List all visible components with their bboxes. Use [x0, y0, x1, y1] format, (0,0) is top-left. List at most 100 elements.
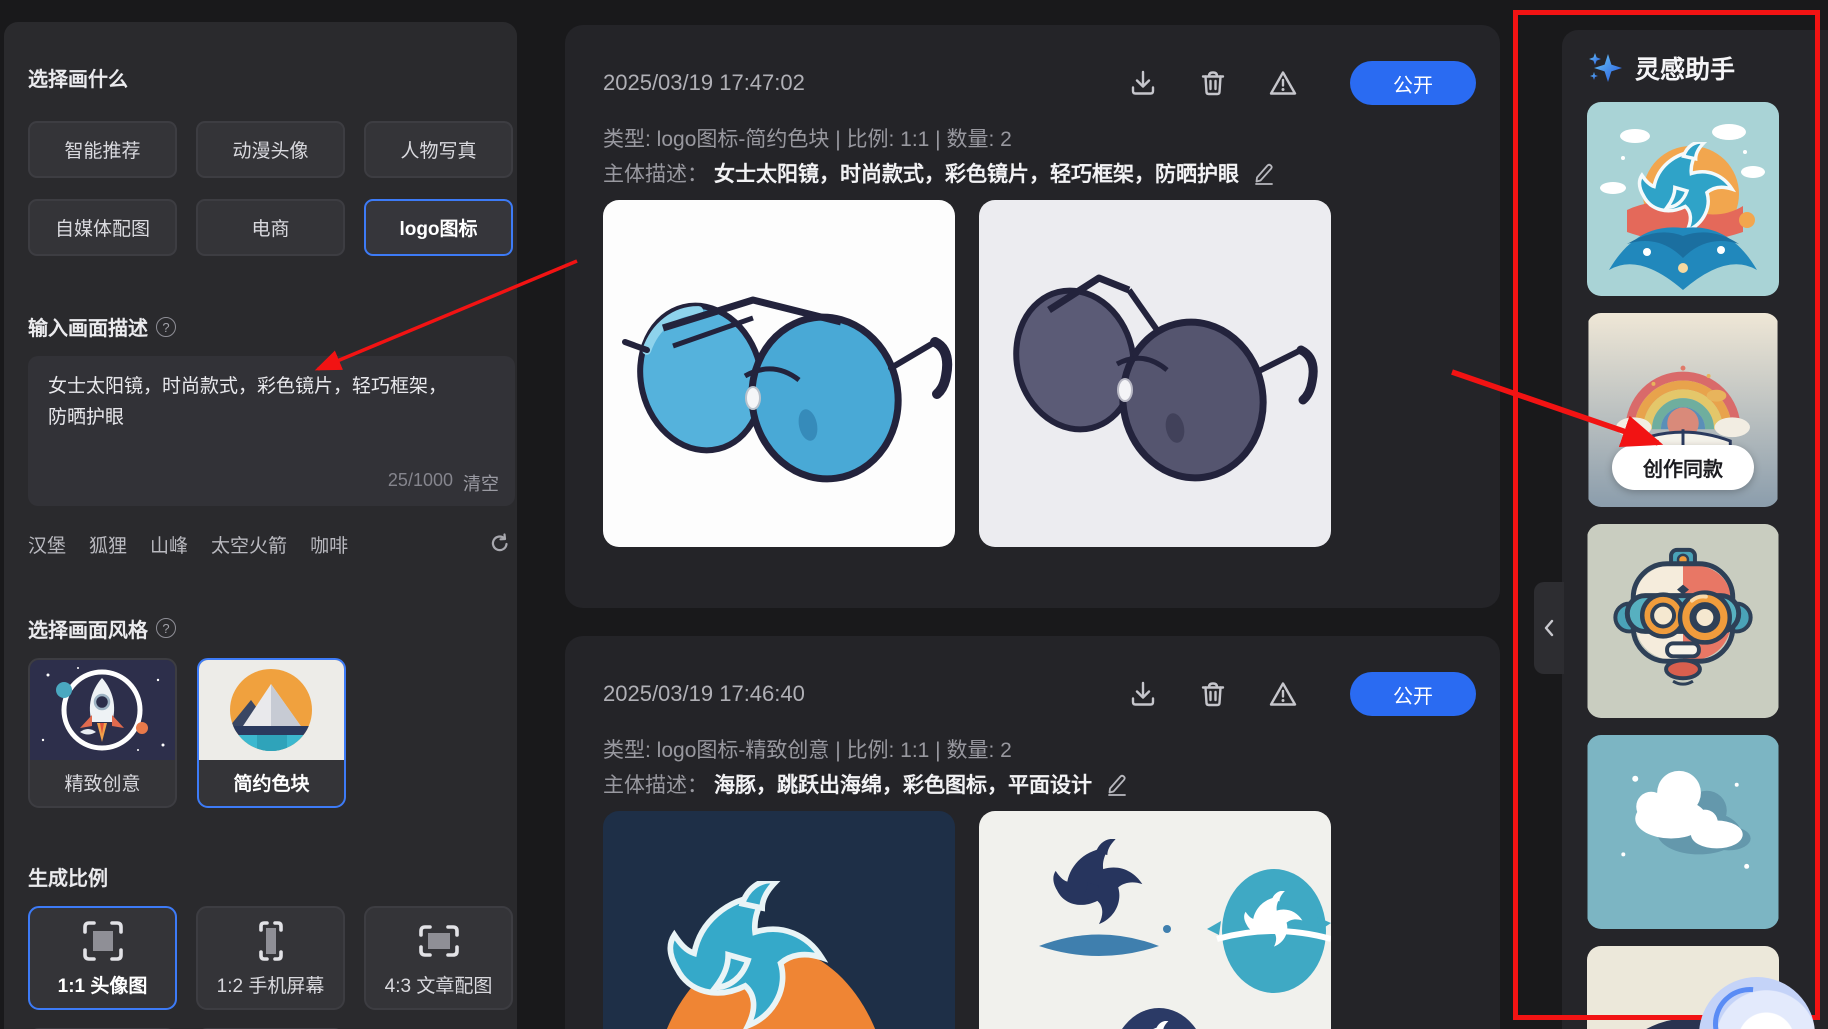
create-same-style-button[interactable]: 创作同款	[1612, 445, 1754, 490]
ratio-4-3-label: 4:3 文章配图	[385, 971, 493, 998]
ratio-card-row: 1:1 头像图 1:2 手机屏幕	[28, 906, 517, 1010]
ratio-4-3-icon	[417, 919, 461, 963]
description-text: 海豚，跳跃出海绵，彩色图标，平面设计	[714, 769, 1092, 799]
description-text: 女士太阳镜，时尚款式，彩色镜片，轻巧框架，防晒护眼	[714, 158, 1239, 188]
section-title-prompt-text: 输入画面描述	[28, 312, 148, 341]
inspiration-card-list: 创作同款	[1587, 102, 1779, 1029]
edit-pencil-icon	[1106, 772, 1130, 796]
delete-button[interactable]	[1198, 68, 1228, 98]
generation-meta: 类型: logo图标-简约色块 | 比例: 1:1 | 数量: 2	[603, 123, 1476, 151]
generated-image-sunglasses-blue[interactable]	[603, 200, 955, 547]
collapse-panel-button[interactable]	[1534, 582, 1564, 674]
dolphin-logos-illustration	[979, 811, 1331, 1029]
category-smart-recommend[interactable]: 智能推荐	[28, 121, 177, 178]
prompt-footer: 25/1000 清空	[388, 470, 499, 496]
generation-description-row: 主体描述： 女士太阳镜，时尚款式，彩色镜片，轻巧框架，防晒护眼	[603, 159, 1476, 187]
trash-icon	[1198, 68, 1228, 98]
inspiration-cloud-illustration	[1587, 735, 1779, 929]
generated-images-row	[603, 811, 1476, 1029]
edit-pencil-icon	[1253, 161, 1277, 185]
category-social-media[interactable]: 自媒体配图	[28, 199, 177, 256]
download-icon	[1128, 68, 1158, 98]
inspiration-dolphin-illustration	[1587, 102, 1779, 296]
section-title-style-text: 选择画面风格	[28, 614, 148, 643]
tag-coffee[interactable]: 咖啡	[310, 531, 348, 558]
prompt-input[interactable]: 女士太阳镜，时尚款式，彩色镜片，轻巧框架，防晒护眼 25/1000 清空	[28, 356, 515, 506]
sunglasses-blue-illustration	[603, 200, 955, 547]
style-card-row: 精致创意 简约色块	[28, 658, 517, 808]
sparkle-icon	[1588, 52, 1624, 84]
generated-image-sunglasses-dark[interactable]	[979, 200, 1331, 547]
style-card-simple-blocks[interactable]: 简约色块	[197, 658, 346, 808]
ratio-1-1-avatar[interactable]: 1:1 头像图	[28, 906, 177, 1010]
style-help-icon[interactable]: ?	[156, 618, 176, 638]
clear-button[interactable]: 清空	[463, 470, 499, 496]
tag-mountain[interactable]: 山峰	[150, 531, 188, 558]
rocket-style-thumbnail	[30, 660, 175, 760]
sunglasses-dark-illustration	[979, 200, 1331, 547]
left-sidebar: 选择画什么 智能推荐 动漫头像 人物写真 自媒体配图 电商 logo图标 输入画…	[4, 22, 517, 1029]
section-title-ratio-text: 生成比例	[28, 862, 108, 891]
category-ecommerce[interactable]: 电商	[196, 199, 345, 256]
chevron-left-icon	[1543, 618, 1555, 638]
edit-description-button[interactable]	[1253, 161, 1277, 185]
trash-icon	[1198, 679, 1228, 709]
style-card-creative[interactable]: 精致创意	[28, 658, 177, 808]
section-title-ratio: 生成比例	[28, 864, 517, 890]
section-title-prompt: 输入画面描述 ?	[28, 314, 517, 340]
app-screen: 选择画什么 智能推荐 动漫头像 人物写真 自媒体配图 电商 logo图标 输入画…	[0, 0, 1828, 1029]
ratio-1-2-phone[interactable]: 1:2 手机屏幕	[196, 906, 345, 1010]
dolphins-navy-illustration	[603, 811, 955, 1029]
report-button[interactable]	[1268, 679, 1298, 709]
card-header: 2025/03/19 17:46:40	[603, 672, 1476, 716]
delete-button[interactable]	[1198, 679, 1228, 709]
ratio-1-1-icon	[81, 919, 125, 963]
inspiration-card-robot[interactable]	[1587, 524, 1779, 718]
inspiration-robot-illustration	[1587, 524, 1779, 718]
category-portrait[interactable]: 人物写真	[364, 121, 513, 178]
ratio-4-3-article[interactable]: 4:3 文章配图	[364, 906, 513, 1010]
style-label-creative: 精致创意	[30, 760, 175, 806]
tag-hamburger[interactable]: 汉堡	[28, 531, 66, 558]
generation-card-2: 2025/03/19 17:46:40	[565, 636, 1500, 1029]
publish-button[interactable]: 公开	[1350, 61, 1476, 105]
card-actions	[1128, 68, 1298, 98]
char-counter: 25/1000	[388, 470, 453, 496]
download-button[interactable]	[1128, 679, 1158, 709]
inspiration-card-dolphin[interactable]	[1587, 102, 1779, 296]
ratio-1-2-label: 1:2 手机屏幕	[217, 971, 325, 998]
report-button[interactable]	[1268, 68, 1298, 98]
ratio-1-1-label: 1:1 头像图	[58, 971, 148, 998]
inspiration-card-rainbow[interactable]: 创作同款	[1587, 313, 1779, 507]
generated-image-dolphin-logos[interactable]	[979, 811, 1331, 1029]
inspiration-panel: 灵感助手	[1562, 30, 1828, 1029]
description-label: 主体描述：	[603, 769, 708, 799]
card-actions	[1128, 679, 1298, 709]
suggestion-tags-row: 汉堡 狐狸 山峰 太空火箭 咖啡	[28, 531, 515, 557]
prompt-input-value: 女士太阳镜，时尚款式，彩色镜片，轻巧框架，防晒护眼	[48, 372, 448, 434]
ratio-1-2-icon	[249, 919, 293, 963]
mountain-style-thumbnail	[199, 660, 344, 760]
category-button-grid: 智能推荐 动漫头像 人物写真 自媒体配图 电商 logo图标	[28, 121, 515, 256]
category-anime-avatar[interactable]: 动漫头像	[196, 121, 345, 178]
edit-description-button[interactable]	[1106, 772, 1130, 796]
generation-meta: 类型: logo图标-精致创意 | 比例: 1:1 | 数量: 2	[603, 734, 1476, 762]
refresh-tags-button[interactable]	[489, 533, 511, 555]
generated-image-dolphins-navy[interactable]	[603, 811, 955, 1029]
tag-space-rocket[interactable]: 太空火箭	[211, 531, 287, 558]
generation-description-row: 主体描述： 海豚，跳跃出海绵，彩色图标，平面设计	[603, 770, 1476, 798]
inspiration-card-cloud[interactable]	[1587, 735, 1779, 929]
description-label: 主体描述：	[603, 158, 708, 188]
section-title-style: 选择画面风格 ?	[28, 615, 517, 641]
tag-fox[interactable]: 狐狸	[89, 531, 127, 558]
style-label-simple-blocks: 简约色块	[199, 760, 344, 806]
warning-icon	[1268, 679, 1298, 709]
publish-button[interactable]: 公开	[1350, 672, 1476, 716]
refresh-icon	[489, 533, 511, 555]
card-header: 2025/03/19 17:47:02	[603, 61, 1476, 105]
generated-images-row	[603, 200, 1476, 547]
category-logo-icon[interactable]: logo图标	[364, 199, 513, 256]
prompt-help-icon[interactable]: ?	[156, 317, 176, 337]
download-button[interactable]	[1128, 68, 1158, 98]
inspiration-title: 灵感助手	[1635, 50, 1735, 86]
